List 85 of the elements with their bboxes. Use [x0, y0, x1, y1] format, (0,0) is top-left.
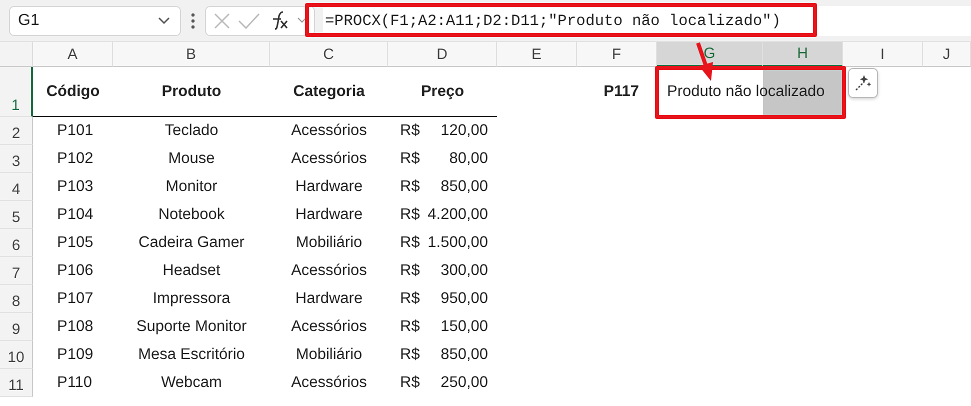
cell-text: Impressora	[152, 290, 230, 308]
column-header[interactable]: A	[33, 42, 113, 67]
sparkle-wand-icon	[854, 74, 872, 92]
currency-symbol: R$	[400, 262, 420, 280]
price-value: 4.200,00	[428, 206, 488, 224]
column-header[interactable]: E	[497, 42, 577, 67]
cell-text: P110	[56, 374, 92, 392]
cell-text: P108	[56, 318, 94, 336]
cell-text: P104	[56, 206, 94, 224]
row-header[interactable]: 3	[0, 145, 33, 173]
price-value: 250,00	[440, 374, 488, 392]
check-icon[interactable]	[238, 12, 260, 28]
column-header[interactable]: F	[577, 42, 657, 67]
column-header[interactable]: D	[388, 42, 497, 67]
row-header[interactable]: 5	[0, 201, 33, 229]
cell-text: Acessórios	[291, 150, 367, 168]
cell-text: Hardware	[295, 206, 363, 224]
cell-text: Acessórios	[291, 318, 367, 336]
column-title: Código	[46, 82, 100, 100]
column-title: Categoria	[293, 82, 365, 100]
row-header[interactable]: 11	[0, 369, 33, 397]
cell-text: Teclado	[164, 122, 218, 140]
lookup-value: P117	[604, 83, 639, 101]
cell-text: Acessórios	[291, 122, 367, 140]
row-header[interactable]: 10	[0, 341, 33, 369]
cell-text: Mouse	[168, 150, 215, 168]
currency-symbol: R$	[400, 206, 420, 224]
price-value: 120,00	[440, 122, 488, 140]
currency-symbol: R$	[400, 374, 420, 392]
currency-symbol: R$	[400, 234, 420, 252]
price-value: 850,00	[440, 346, 488, 364]
column-title: Produto	[162, 82, 222, 100]
currency-symbol: R$	[400, 150, 420, 168]
cell-text: Mesa Escritório	[138, 346, 245, 364]
more-options-icon[interactable]	[191, 12, 195, 28]
cell-text: P101	[56, 122, 94, 140]
cell-text: Headset	[162, 262, 220, 280]
column-header[interactable]: J	[923, 42, 971, 67]
column-header[interactable]: H	[763, 42, 843, 67]
column-title: Preço	[420, 82, 464, 100]
cell-text: P102	[56, 150, 94, 168]
row-header[interactable]: 6	[0, 229, 33, 257]
result-text: Produto não localizado	[667, 83, 825, 101]
annotation-arrow	[694, 42, 716, 82]
currency-symbol: R$	[400, 178, 420, 196]
currency-symbol: R$	[400, 346, 420, 364]
price-value: 80,00	[449, 150, 488, 168]
cell-text: Mobiliário	[296, 346, 362, 364]
cell-text: Monitor	[166, 178, 218, 196]
column-header[interactable]: G	[657, 42, 763, 67]
column-header[interactable]: B	[113, 42, 270, 67]
row-header[interactable]: 8	[0, 285, 33, 313]
row-header[interactable]: 7	[0, 257, 33, 285]
name-box[interactable]: G1	[9, 6, 181, 36]
row-header[interactable]: 9	[0, 313, 33, 341]
cell-text: P105	[56, 234, 94, 252]
cell-text: P103	[56, 178, 94, 196]
cell-text: Notebook	[158, 206, 225, 224]
price-value: 950,00	[440, 290, 488, 308]
cell-text: Mobiliário	[296, 234, 362, 252]
currency-symbol: R$	[400, 290, 420, 308]
column-header[interactable]: I	[843, 42, 923, 67]
price-value: 1.500,00	[428, 234, 488, 252]
cell-text: P106	[56, 262, 94, 280]
cell-text: Hardware	[295, 290, 363, 308]
row-header[interactable]: 1	[0, 67, 33, 117]
currency-symbol: R$	[400, 122, 420, 140]
row-header[interactable]: 4	[0, 173, 33, 201]
cell-text: Acessórios	[291, 262, 367, 280]
quick-analysis-button[interactable]	[848, 68, 878, 98]
cell-text: P109	[56, 346, 94, 364]
cell-text: Cadeira Gamer	[138, 234, 244, 252]
chevron-icon	[158, 16, 170, 24]
column-header[interactable]: C	[270, 42, 388, 67]
cell-text: Webcam	[161, 374, 222, 392]
cell-text: Hardware	[295, 178, 363, 196]
currency-symbol: R$	[400, 318, 420, 336]
chevron-icon[interactable]	[296, 17, 307, 24]
cell-text: P107	[56, 290, 94, 308]
cell-text: Suporte Monitor	[136, 318, 247, 336]
row-header[interactable]: 2	[0, 117, 33, 145]
price-value: 150,00	[440, 318, 488, 336]
price-value: 850,00	[440, 178, 488, 196]
price-value: 300,00	[440, 262, 488, 280]
cell-text: Acessórios	[291, 374, 367, 392]
